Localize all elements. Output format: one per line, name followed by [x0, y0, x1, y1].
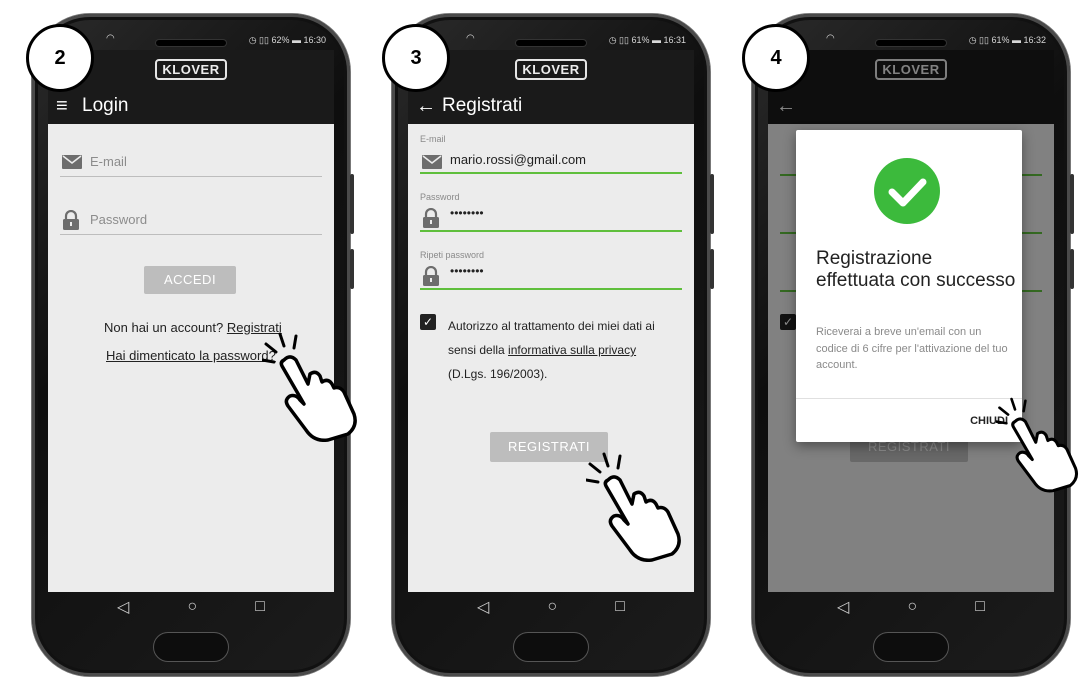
consent-line-2: sensi della informativa sulla privacy	[448, 338, 686, 362]
phone-register: ◠ ◷ ▯▯ 61% ▬ 16:31 KLOVER ← Registrati E…	[392, 14, 714, 676]
menu-icon[interactable]: ≡	[56, 95, 82, 118]
screen: KLOVER ← ✓ REGISTRATI Registrazione effe…	[768, 50, 1054, 592]
page-title: Login	[82, 95, 129, 116]
system-nav-bar: ◁ ○ □	[408, 592, 694, 622]
repeat-password-value: ••••••••	[450, 264, 484, 278]
success-check-icon	[874, 158, 940, 224]
recents-nav-icon[interactable]: □	[255, 598, 265, 616]
repeat-password-field[interactable]: Ripeti password ••••••••	[420, 250, 682, 290]
underline	[420, 172, 682, 174]
app-bar: ← Registrati	[408, 88, 694, 124]
step-badge: 4	[742, 24, 810, 92]
home-nav-icon[interactable]: ○	[547, 598, 557, 616]
step-badge: 3	[382, 24, 450, 92]
status-bar: ◠ ◷ ▯▯ 61% ▬ 16:31	[408, 30, 694, 50]
password-field[interactable]: Password ••••••••	[420, 192, 682, 232]
home-nav-icon[interactable]: ○	[187, 598, 197, 616]
underline	[420, 288, 682, 290]
password-label: Password	[420, 192, 460, 202]
tap-hand-icon	[262, 332, 357, 442]
no-account-text: Non hai un account?	[104, 320, 227, 335]
consent-line-3: (D.Lgs. 196/2003).	[448, 367, 548, 381]
email-placeholder: E-mail	[90, 154, 127, 169]
back-arrow-icon[interactable]: ←	[416, 95, 442, 118]
tap-hand-icon	[586, 452, 681, 562]
brand-logo: KLOVER	[515, 58, 587, 80]
underline	[420, 230, 682, 232]
system-nav-bar: ◁ ○ □	[48, 592, 334, 622]
email-value: mario.rossi@gmail.com	[450, 152, 586, 167]
no-account-line: Non hai un account? Registrati	[104, 320, 282, 335]
home-nav-icon[interactable]: ○	[907, 598, 917, 616]
privacy-link[interactable]: informativa sulla privacy	[508, 343, 636, 357]
email-field[interactable]: E-mail mario.rossi@gmail.com	[420, 134, 682, 174]
password-placeholder: Password	[90, 212, 148, 227]
wifi-icon: ◠	[466, 33, 475, 44]
back-nav-icon[interactable]: ◁	[837, 597, 849, 617]
lock-icon	[423, 208, 439, 228]
home-hardware-button[interactable]	[153, 632, 229, 662]
recents-nav-icon[interactable]: □	[615, 598, 625, 616]
envelope-icon	[422, 155, 442, 169]
status-text: ◷ ▯▯ 61% ▬ 16:31	[608, 34, 686, 45]
screen: KLOVER ≡ Login E-mail Password ACCEDI No…	[48, 50, 334, 592]
success-dialog: Registrazione effettuata con successo Ri…	[796, 130, 1022, 442]
brand-bar: KLOVER	[408, 50, 694, 88]
consent-line-1: Autorizzo al trattamento dei miei dati a…	[448, 319, 655, 333]
status-bar: ◠ ◷ ▯▯ 61% ▬ 16:32	[768, 30, 1054, 50]
system-nav-bar: ◁ ○ □	[768, 592, 1054, 622]
checkmark-icon	[888, 178, 927, 207]
recents-nav-icon[interactable]: □	[975, 598, 985, 616]
wifi-icon: ◠	[106, 33, 115, 44]
app-bar: ≡ Login	[48, 88, 334, 124]
dialog-body: Riceverai a breve un'email con un codice…	[816, 326, 1008, 371]
underline	[60, 176, 322, 177]
lock-icon	[63, 210, 79, 230]
repeat-password-label: Ripeti password	[420, 250, 485, 260]
privacy-checkbox[interactable]: ✓	[420, 314, 436, 330]
back-nav-icon[interactable]: ◁	[117, 597, 129, 617]
lock-icon	[423, 266, 439, 286]
login-button[interactable]: ACCEDI	[144, 266, 236, 294]
status-text: ◷ ▯▯ 61% ▬ 16:32	[968, 34, 1046, 45]
consent-text: Autorizzo al trattamento dei miei dati a…	[448, 314, 686, 386]
forgot-password-link[interactable]: Hai dimenticato la password?	[106, 348, 276, 363]
step-badge: 2	[26, 24, 94, 92]
dialog-divider	[796, 398, 1022, 399]
status-text: ◷ ▯▯ 62% ▬ 16:30	[248, 34, 326, 45]
underline	[60, 234, 322, 235]
email-field[interactable]: E-mail	[60, 150, 322, 177]
wifi-icon: ◠	[826, 33, 835, 44]
consent-line-2-text: sensi della	[448, 343, 509, 357]
home-hardware-button[interactable]	[873, 632, 949, 662]
envelope-icon	[62, 155, 82, 169]
page-title: Registrati	[442, 95, 523, 116]
tap-hand-icon	[996, 397, 1079, 493]
home-hardware-button[interactable]	[513, 632, 589, 662]
phone-success: ◠ ◷ ▯▯ 61% ▬ 16:32 KLOVER ← ✓ REGISTRATI…	[752, 14, 1074, 676]
email-label: E-mail	[420, 134, 446, 144]
dialog-title: Registrazione effettuata con successo	[816, 248, 1016, 291]
brand-logo: KLOVER	[155, 58, 227, 80]
password-field[interactable]: Password	[60, 208, 322, 235]
back-nav-icon[interactable]: ◁	[477, 597, 489, 617]
password-value: ••••••••	[450, 206, 484, 220]
